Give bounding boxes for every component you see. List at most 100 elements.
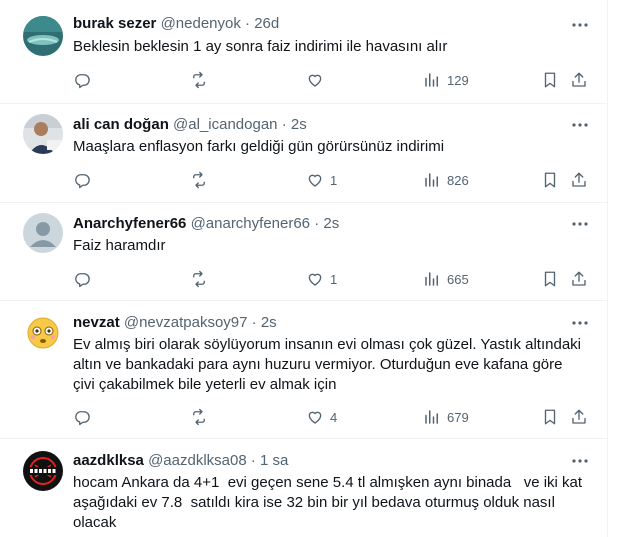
bar-chart-icon	[425, 73, 438, 87]
timestamp[interactable]: 2s	[261, 314, 277, 331]
separator: ·	[250, 452, 256, 469]
retweet-button[interactable]	[190, 407, 214, 427]
retweet-button[interactable]	[190, 170, 214, 190]
heart-icon	[308, 74, 322, 87]
like-button[interactable]: 1	[306, 170, 337, 190]
emoji-avatar-icon	[23, 313, 63, 353]
like-count: 1	[330, 172, 338, 188]
avatar[interactable]	[23, 451, 63, 491]
carsi-logo-avatar-icon	[23, 451, 63, 491]
view-count: 129	[447, 72, 469, 88]
tweet[interactable]: nevzat @nevzatpaksoy97 · 2s Ev almış bir…	[0, 301, 607, 439]
tweet-text: Maaşlara enflasyon farkı geldiği gün gör…	[73, 137, 593, 157]
separator: ·	[245, 15, 251, 32]
bookmark-button[interactable]	[541, 269, 559, 289]
tweet-text-line: Beklesin beklesin 1 ay sonra faiz indiri…	[73, 38, 448, 55]
heart-icon	[308, 411, 322, 424]
separator: ·	[251, 314, 257, 331]
user-handle[interactable]: @nedenyok	[161, 15, 241, 32]
heart-icon	[308, 273, 322, 286]
share-button[interactable]	[570, 70, 588, 90]
reply-button[interactable]	[73, 407, 97, 427]
share-upload-icon	[572, 409, 586, 424]
tweet-header: nevzat @nevzatpaksoy97 · 2s	[73, 313, 277, 333]
avatar[interactable]	[23, 213, 63, 253]
tweet-text-line: aşağıdaki ev 7.8 satıldı kira ise 32 bin…	[73, 494, 555, 511]
share-upload-icon	[572, 72, 586, 87]
views-button[interactable]: 129	[423, 70, 469, 90]
more-dots-icon[interactable]	[570, 115, 590, 135]
tweet-header: Anarchyfener66 @anarchyfener66 · 2s	[73, 214, 339, 234]
retweet-button[interactable]	[190, 269, 214, 289]
tweet-header: burak sezer @nedenyok · 26d	[73, 14, 279, 34]
tweet-actions: 1 826	[73, 170, 593, 190]
tweet[interactable]: Anarchyfener66 @anarchyfener66 · 2s Faiz…	[0, 203, 607, 301]
more-dots-icon[interactable]	[570, 15, 590, 35]
avatar-image-icon	[23, 114, 63, 154]
user-handle[interactable]: @al_icandogan	[173, 116, 277, 133]
user-handle[interactable]: @aazdklksa08	[148, 452, 247, 469]
tweet-actions: 1 665	[73, 269, 593, 289]
bar-chart-icon	[425, 272, 438, 286]
avatar-image-icon	[23, 16, 63, 56]
like-button[interactable]: 4	[306, 407, 337, 427]
reply-button[interactable]	[73, 269, 97, 289]
display-name[interactable]: ali can doğan	[73, 116, 169, 133]
more-dots-icon[interactable]	[570, 214, 590, 234]
bookmark-button[interactable]	[541, 407, 559, 427]
tweet-text: Faiz haramdır	[73, 236, 593, 256]
views-button[interactable]: 665	[423, 269, 469, 289]
views-button[interactable]: 826	[423, 170, 469, 190]
share-button[interactable]	[570, 407, 588, 427]
reply-bubble-icon	[75, 273, 90, 288]
retweet-arrows-icon	[193, 408, 205, 426]
display-name[interactable]: Anarchyfener66	[73, 215, 186, 232]
retweet-button[interactable]	[190, 70, 214, 90]
share-button[interactable]	[570, 170, 588, 190]
display-name[interactable]: aazdklksa	[73, 452, 144, 469]
tweet[interactable]: burak sezer @nedenyok · 26d Beklesin bek…	[0, 0, 607, 104]
retweet-arrows-icon	[193, 71, 205, 89]
retweet-arrows-icon	[193, 270, 205, 288]
tweet-feed: burak sezer @nedenyok · 26d Beklesin bek…	[0, 0, 608, 537]
tweet-text: hocam Ankara da 4+1 evi geçen sene 5.4 t…	[73, 473, 593, 533]
display-name[interactable]: burak sezer	[73, 15, 156, 32]
more-dots-icon[interactable]	[570, 451, 590, 471]
display-name[interactable]: nevzat	[73, 314, 120, 331]
tweet-text-line: Faiz haramdır	[73, 237, 166, 254]
view-count: 679	[447, 409, 469, 425]
like-button[interactable]: 1	[306, 269, 337, 289]
timestamp[interactable]: 2s	[291, 116, 307, 133]
user-handle[interactable]: @anarchyfener66	[191, 215, 310, 232]
reply-button[interactable]	[73, 170, 97, 190]
separator: ·	[281, 116, 287, 133]
share-upload-icon	[572, 172, 586, 187]
user-handle[interactable]: @nevzatpaksoy97	[124, 314, 248, 331]
tweet-text-line: Maaşlara enflasyon farkı geldiği gün gör…	[73, 138, 445, 155]
avatar[interactable]	[23, 16, 63, 56]
bookmark-icon	[544, 271, 556, 287]
like-button[interactable]	[306, 70, 330, 90]
tweet-actions: 4 679	[73, 407, 593, 427]
timestamp[interactable]: 26d	[254, 15, 279, 32]
bookmark-button[interactable]	[541, 170, 559, 190]
tweet[interactable]: ali can doğan @al_icandogan · 2s Maaşlar…	[0, 104, 607, 203]
reply-button[interactable]	[73, 70, 97, 90]
avatar[interactable]	[23, 313, 63, 353]
tweet-actions: 129	[73, 70, 593, 90]
tweet[interactable]: aazdklksa @aazdklksa08 · 1 sa hocam Anka…	[0, 439, 607, 537]
view-count: 665	[447, 271, 469, 287]
reply-bubble-icon	[75, 174, 90, 189]
timestamp[interactable]: 1 sa	[260, 452, 288, 469]
avatar[interactable]	[23, 114, 63, 154]
tweet-text-line: hocam Ankara da 4+1 evi geçen sene 5.4 t…	[73, 474, 583, 491]
share-button[interactable]	[570, 269, 588, 289]
views-button[interactable]: 679	[423, 407, 469, 427]
timestamp[interactable]: 2s	[323, 215, 339, 232]
default-avatar-icon	[23, 213, 63, 253]
more-dots-icon[interactable]	[570, 313, 590, 333]
bookmark-button[interactable]	[541, 70, 559, 90]
bookmark-icon	[544, 172, 556, 188]
bookmark-icon	[544, 409, 556, 425]
tweet-text-line: çivi çakabilmek bile yeterli ev almak iç…	[73, 376, 337, 393]
